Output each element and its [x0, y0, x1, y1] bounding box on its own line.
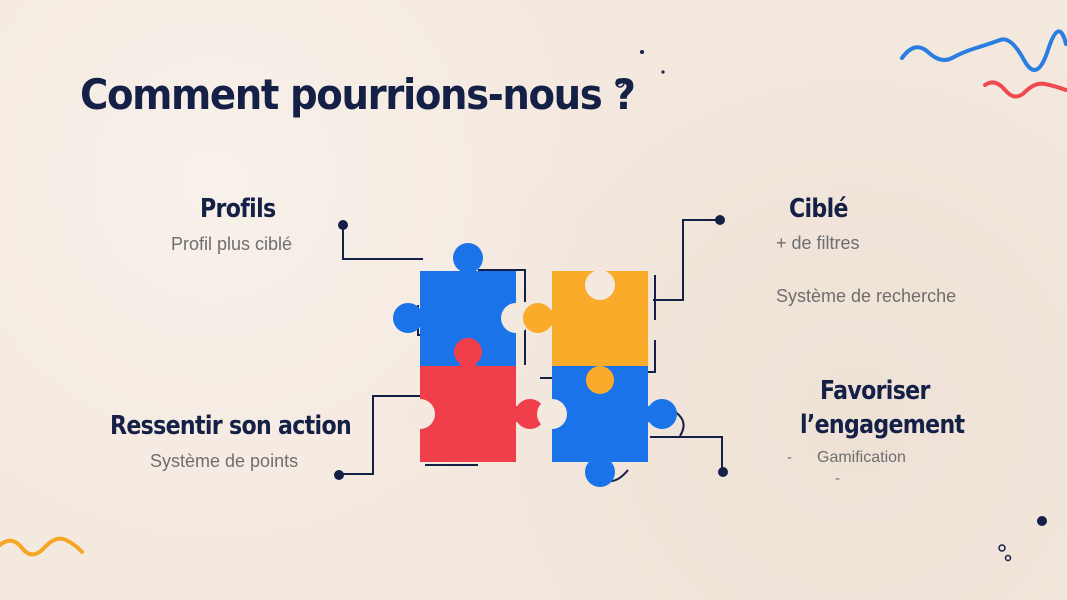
engagement-heading-line2: l’engagement — [800, 410, 965, 440]
bullet-marker: - — [787, 449, 792, 466]
cible-detail-1: + de filtres — [776, 233, 860, 253]
engagement-heading-line1: Favoriser — [820, 376, 930, 406]
profils-heading: Profils — [200, 194, 276, 224]
profils-detail: Profil plus ciblé — [171, 234, 293, 254]
ressentir-heading: Ressentir son action — [110, 411, 352, 441]
cible-heading: Ciblé — [789, 194, 848, 224]
slide: Comment pourrions-nous ? Profils Profil … — [0, 0, 1067, 600]
ressentir-detail: Système de points — [150, 451, 299, 471]
cible-detail-2: Système de recherche — [776, 286, 957, 306]
engagement-bullet-item: Gamification — [817, 449, 906, 466]
bullet-marker-2: - — [835, 470, 840, 487]
blue-puzzle-piece-2 — [537, 366, 677, 487]
